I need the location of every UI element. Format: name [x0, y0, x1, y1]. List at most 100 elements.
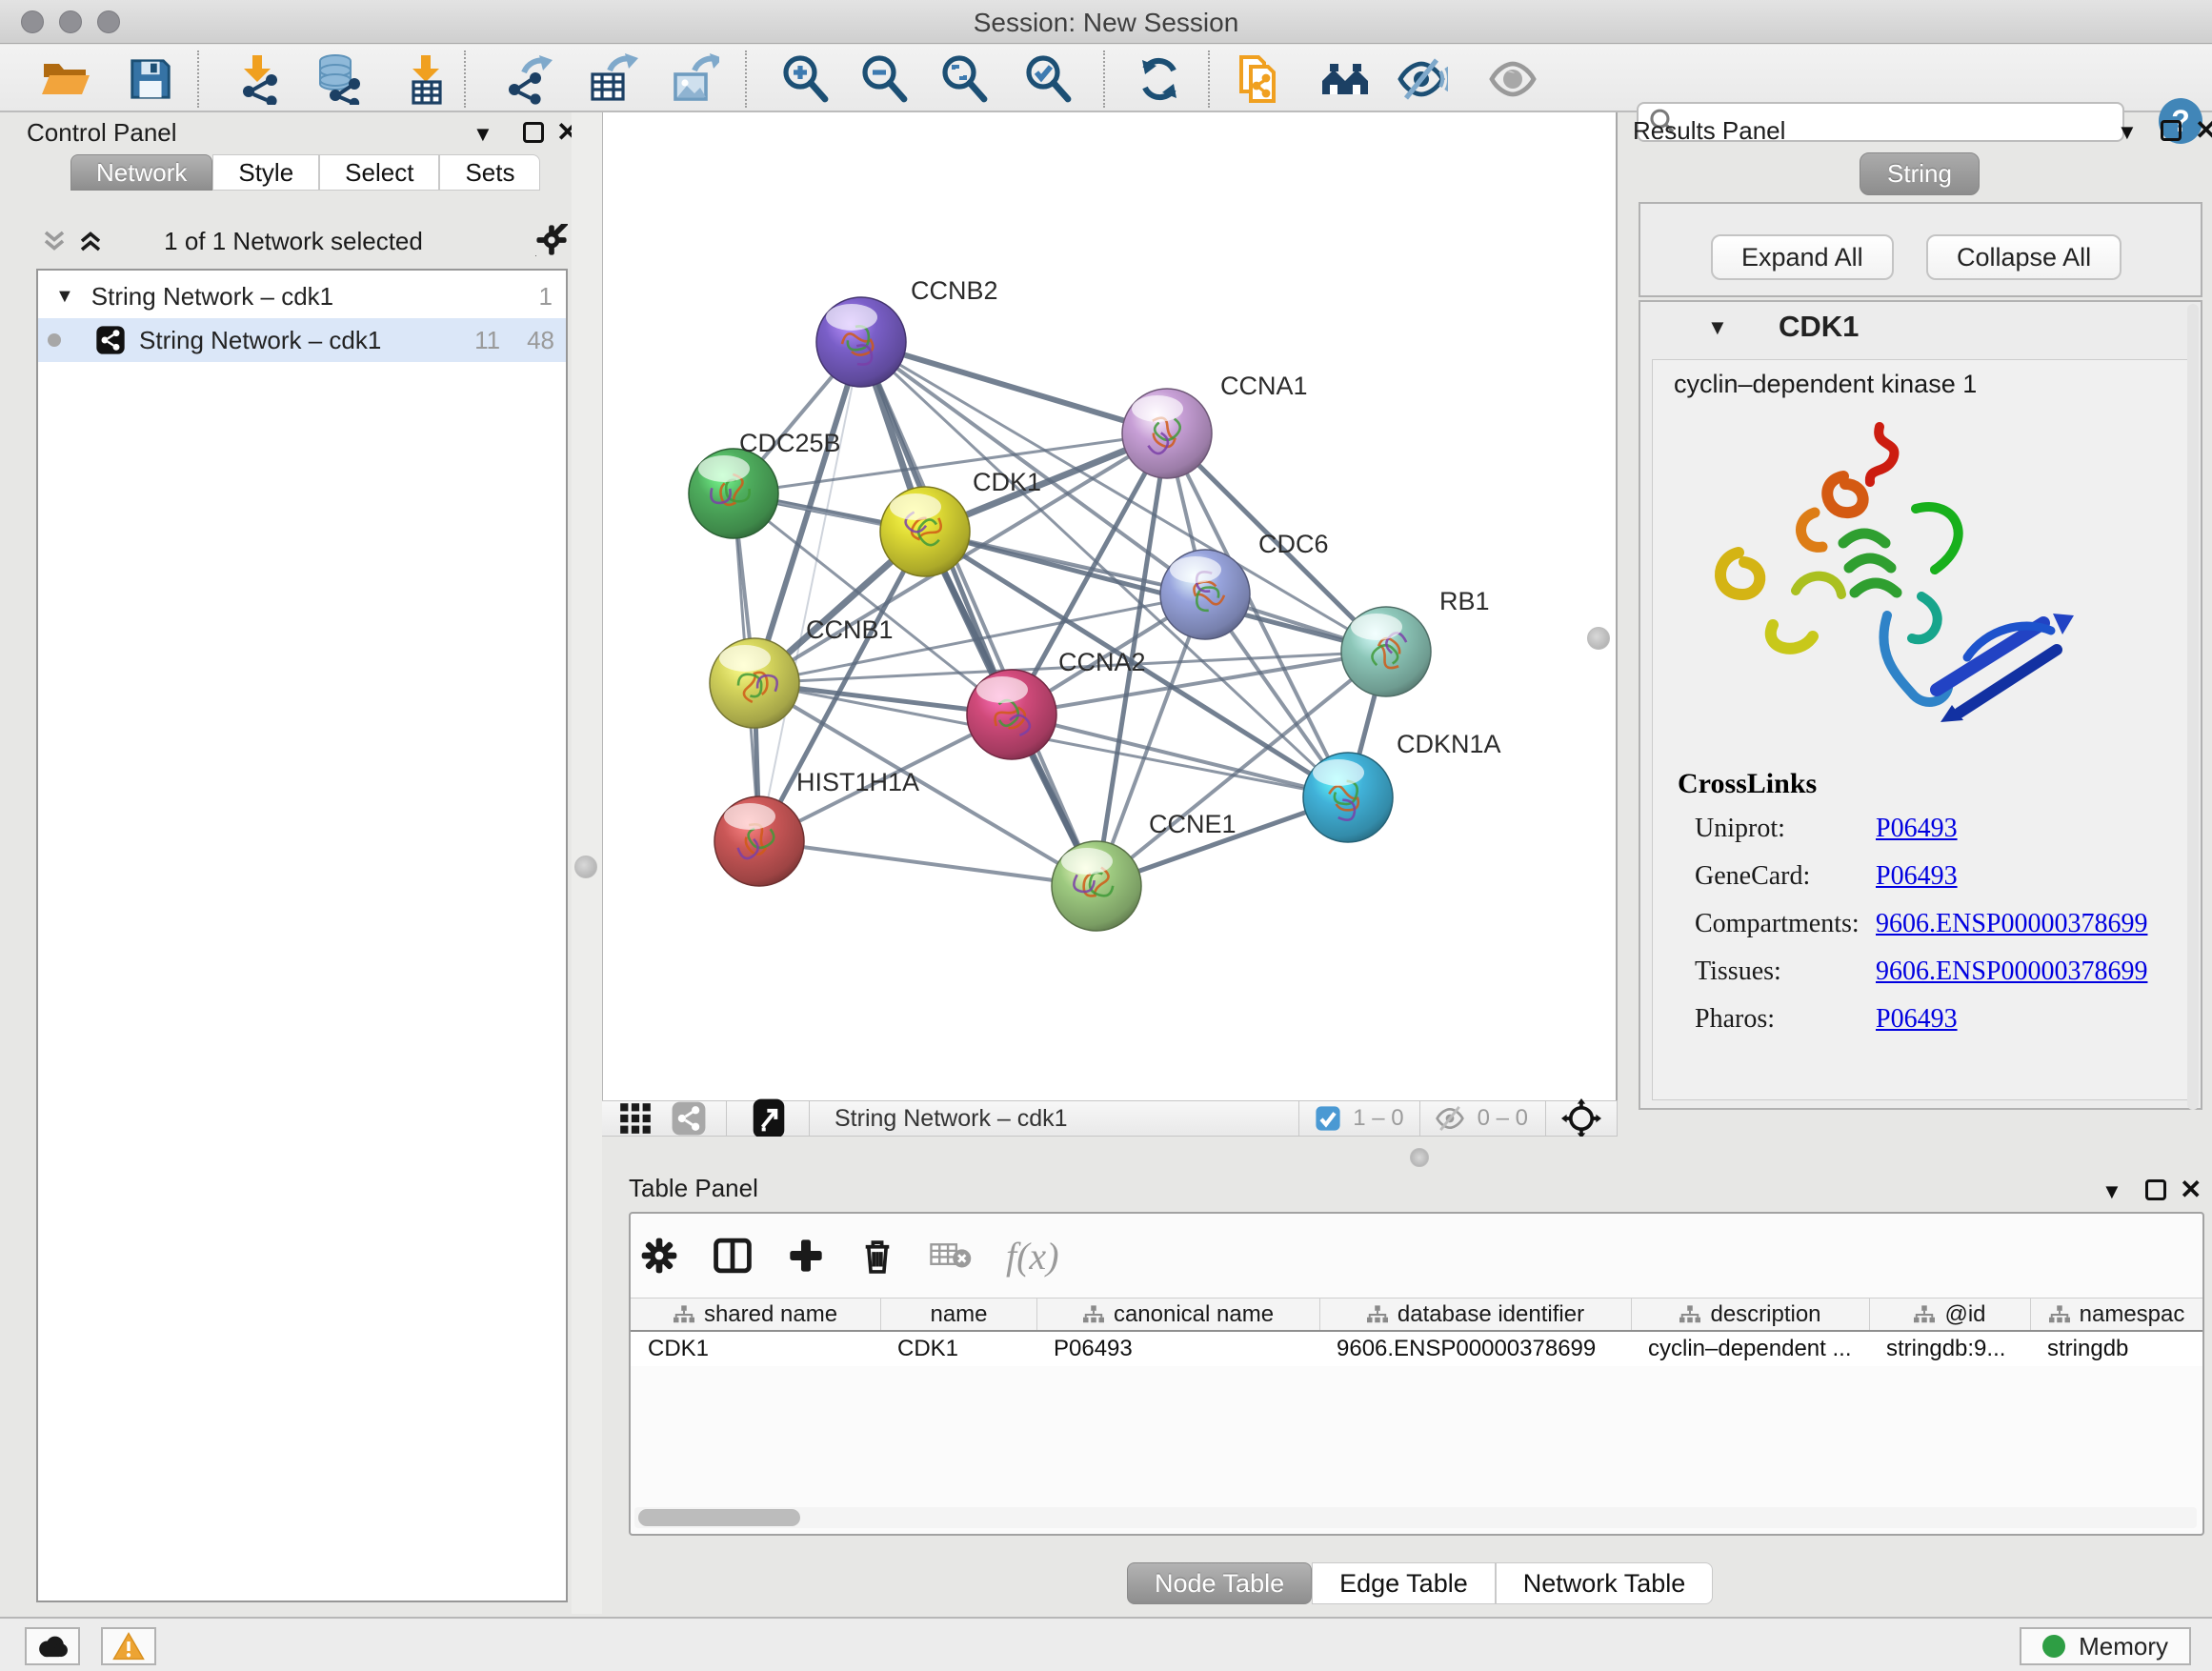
results-panel-menu-icon[interactable]: ▼: [2117, 120, 2138, 145]
export-image-icon[interactable]: [667, 52, 720, 106]
collection-expand-icon[interactable]: ▼: [55, 286, 74, 308]
network-node-ccna2[interactable]: [967, 670, 1056, 759]
crosslink-link[interactable]: P06493: [1876, 814, 1958, 844]
control-panel-menu-icon[interactable]: ▼: [473, 122, 493, 147]
table-cell[interactable]: 9606.ENSP00000378699: [1319, 1332, 1631, 1366]
network-collection-row[interactable]: ▼ String Network – cdk1 1: [38, 274, 566, 318]
column-header-shared-name[interactable]: shared name: [631, 1299, 880, 1330]
panel-divider[interactable]: [572, 112, 602, 1614]
warnings-button[interactable]: [101, 1627, 156, 1665]
collapse-all-button[interactable]: Collapse All: [1926, 234, 2122, 280]
show-all-icon[interactable]: [1486, 52, 1539, 106]
crosslink-link[interactable]: 9606.ENSP00000378699: [1876, 909, 2147, 939]
expand-all-button[interactable]: Expand All: [1711, 234, 1894, 280]
hide-selected-icon[interactable]: [1395, 52, 1448, 106]
results-panel-float-icon[interactable]: [2161, 120, 2182, 141]
network-node-cdc25b[interactable]: [689, 449, 778, 538]
selected-checkbox-icon[interactable]: [1315, 1105, 1341, 1132]
tab-node-table[interactable]: Node Table: [1127, 1562, 1312, 1604]
column-header-name[interactable]: name: [880, 1299, 1036, 1330]
control-panel-float-icon[interactable]: [523, 122, 544, 143]
table-cell[interactable]: stringdb: [2030, 1332, 2202, 1366]
results-panel-close-icon[interactable]: ✕: [2195, 114, 2212, 146]
create-column-icon[interactable]: [787, 1237, 825, 1275]
table-row[interactable]: CDK1CDK1P064939606.ENSP00000378699cyclin…: [631, 1332, 2202, 1366]
network-edge[interactable]: [861, 342, 1096, 886]
results-divider-grip[interactable]: [1587, 627, 1610, 650]
network-canvas[interactable]: CCNB2CCNA1CDC25BCDK1CDC6RB1CCNB1CCNA2CDK…: [602, 112, 1618, 1100]
gene-collapse-icon[interactable]: ▼: [1707, 315, 1728, 340]
column-header-namespac[interactable]: namespac: [2030, 1299, 2202, 1330]
crosslink-row: Pharos:P06493: [1695, 1004, 2147, 1035]
network-node-ccnb2[interactable]: [816, 297, 906, 387]
column-header--id[interactable]: @id: [1869, 1299, 2030, 1330]
network-node-ccnb1[interactable]: [710, 638, 799, 728]
export-network-icon[interactable]: [504, 52, 557, 106]
table-cell[interactable]: P06493: [1036, 1332, 1319, 1366]
first-neighbors-icon[interactable]: [1318, 52, 1372, 106]
crosslink-link[interactable]: P06493: [1876, 861, 1958, 892]
network-edge[interactable]: [861, 342, 1167, 433]
fit-selected-crosshair-icon[interactable]: [1561, 1098, 1601, 1138]
crosslink-label: Compartments:: [1695, 909, 1876, 939]
duplicate-network-icon[interactable]: [1233, 52, 1286, 106]
column-header-database-identifier[interactable]: database identifier: [1319, 1299, 1631, 1330]
tab-sets[interactable]: Sets: [439, 154, 540, 191]
import-network-from-database-icon[interactable]: [312, 52, 365, 106]
open-session-icon[interactable]: [38, 52, 91, 106]
network-node-ccna1[interactable]: [1122, 389, 1212, 478]
column-header-description[interactable]: description: [1631, 1299, 1869, 1330]
refresh-icon[interactable]: [1133, 52, 1186, 106]
function-builder-icon: f(x): [1006, 1234, 1059, 1278]
network-list-icon[interactable]: [671, 1100, 707, 1137]
table-panel-float-icon[interactable]: [2145, 1179, 2166, 1200]
table-panel-close-icon[interactable]: ✕: [2180, 1174, 2202, 1205]
network-node-rb1[interactable]: [1341, 607, 1431, 696]
network-node-cdc6[interactable]: [1160, 550, 1250, 639]
network-row-selected[interactable]: String Network – cdk1 11 48: [38, 318, 566, 362]
table-cell[interactable]: cyclin–dependent ...: [1631, 1332, 1869, 1366]
memory-button[interactable]: Memory: [2020, 1627, 2191, 1665]
table-options-gear-icon[interactable]: [640, 1237, 678, 1275]
crosslink-link[interactable]: 9606.ENSP00000378699: [1876, 956, 2147, 987]
import-network-icon[interactable]: [231, 52, 284, 106]
tab-edge-table[interactable]: Edge Table: [1312, 1562, 1496, 1604]
zoom-in-icon[interactable]: [778, 52, 832, 106]
export-table-icon[interactable]: [586, 52, 639, 106]
zoom-fit-icon[interactable]: [937, 52, 991, 106]
table-cell[interactable]: CDK1: [880, 1332, 1036, 1366]
network-node-cdkn1a[interactable]: [1303, 753, 1393, 842]
save-session-icon[interactable]: [124, 52, 177, 106]
tab-style[interactable]: Style: [212, 154, 319, 191]
column-header-canonical-name[interactable]: canonical name: [1036, 1299, 1319, 1330]
zoom-out-icon[interactable]: [857, 52, 911, 106]
tab-network[interactable]: Network: [70, 154, 212, 191]
scrollbar-thumb[interactable]: [638, 1509, 800, 1526]
divider-grip[interactable]: [1410, 1148, 1429, 1167]
table-cell[interactable]: CDK1: [631, 1332, 880, 1366]
table-cell[interactable]: stringdb:9...: [1869, 1332, 2030, 1366]
tab-select[interactable]: Select: [319, 154, 439, 191]
tab-string[interactable]: String: [1860, 152, 1980, 195]
network-edge[interactable]: [759, 841, 1096, 886]
table-panel-menu-icon[interactable]: ▼: [2101, 1179, 2122, 1204]
network-node-cdk1[interactable]: [880, 487, 970, 576]
import-table-icon[interactable]: [399, 52, 452, 106]
zoom-selected-icon[interactable]: [1021, 52, 1075, 106]
network-options-gear-icon[interactable]: [535, 224, 568, 256]
table-horizontal-scrollbar[interactable]: [634, 1507, 2197, 1528]
results-scrollbar[interactable]: [2187, 304, 2199, 1110]
show-columns-icon[interactable]: [713, 1238, 753, 1274]
cloud-status-button[interactable]: [25, 1627, 80, 1665]
table-panel-divider[interactable]: [602, 1137, 2212, 1172]
delete-column-icon[interactable]: [859, 1237, 895, 1275]
crosslink-link[interactable]: P06493: [1876, 1004, 1958, 1035]
grid-view-icon[interactable]: [617, 1100, 654, 1137]
divider-grip[interactable]: [574, 856, 597, 878]
birdseye-toggle-icon[interactable]: [752, 1097, 786, 1139]
network-edge[interactable]: [759, 342, 861, 841]
network-node-hist1h1a[interactable]: [714, 796, 804, 886]
network-node-ccne1[interactable]: [1052, 841, 1141, 931]
column-type-icon: [1367, 1305, 1388, 1324]
tab-network-table[interactable]: Network Table: [1496, 1562, 1714, 1604]
